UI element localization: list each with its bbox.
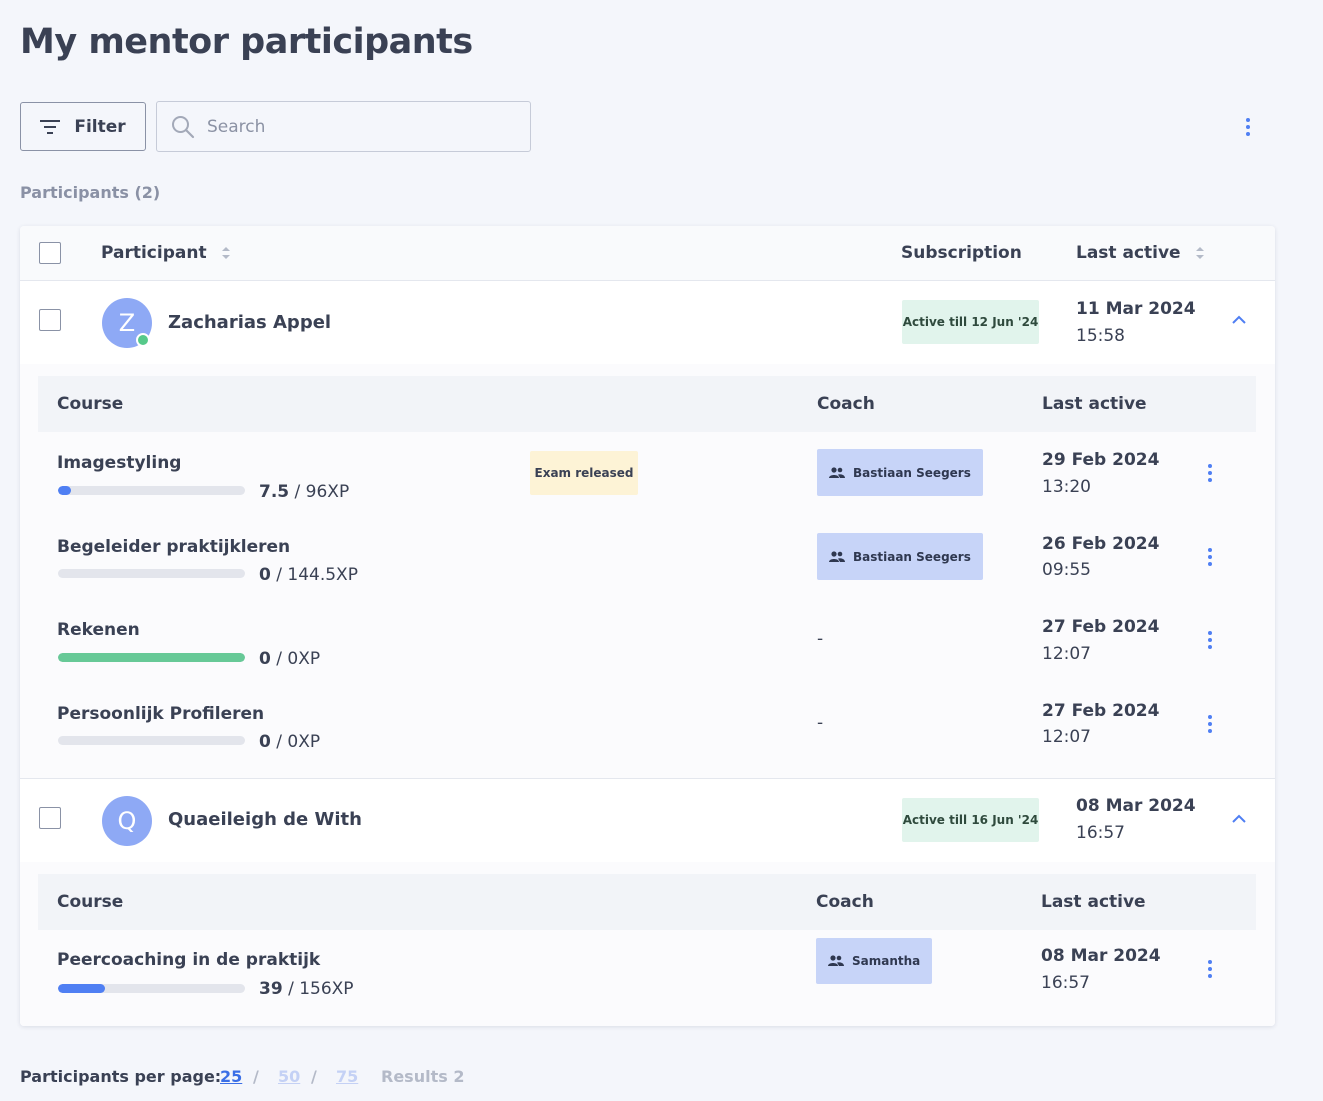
coach-badge: Bastiaan Seegers bbox=[817, 449, 983, 496]
course-name: Begeleider praktijkleren bbox=[57, 537, 291, 557]
course-last-active-date: 26 Feb 2024 bbox=[1042, 534, 1160, 554]
row-checkbox[interactable] bbox=[39, 309, 61, 331]
subscription-badge: Active till 16 Jun '24 bbox=[902, 798, 1039, 842]
course-table-header: Course Coach Last active bbox=[38, 376, 1256, 432]
course-panel: Course Coach Last active Imagestyling 7.… bbox=[20, 364, 1275, 778]
course-last-active-header: Last active bbox=[1041, 892, 1146, 912]
participant-column-header[interactable]: Participant bbox=[101, 243, 231, 263]
course-last-active-date: 27 Feb 2024 bbox=[1042, 701, 1160, 721]
xp-value: 0 / 0XP bbox=[259, 732, 321, 752]
course-last-active-time: 13:20 bbox=[1042, 477, 1091, 497]
progress-bar bbox=[58, 653, 245, 662]
per-page-label: Participants per page: bbox=[20, 1067, 222, 1086]
last-active-time: 15:58 bbox=[1076, 326, 1125, 346]
search-input[interactable] bbox=[207, 116, 507, 137]
select-all-checkbox[interactable] bbox=[39, 242, 61, 264]
last-active-date: 11 Mar 2024 bbox=[1076, 299, 1196, 319]
last-active-column-header[interactable]: Last active bbox=[1076, 243, 1205, 263]
coach-empty: - bbox=[817, 629, 824, 649]
course-last-active-time: 16:57 bbox=[1041, 973, 1090, 993]
subscription-badge: Active till 12 Jun '24 bbox=[902, 300, 1039, 344]
coach-badge: Samantha bbox=[816, 938, 933, 984]
per-page-separator: / bbox=[253, 1067, 259, 1086]
per-page-separator: / bbox=[311, 1067, 317, 1086]
row-checkbox[interactable] bbox=[39, 807, 61, 829]
search-box bbox=[156, 101, 531, 152]
course-table-header: Course Coach Last active bbox=[38, 874, 1256, 930]
more-options-icon[interactable] bbox=[1238, 114, 1258, 140]
results-count: Results 2 bbox=[381, 1067, 465, 1086]
avatar: Q bbox=[102, 796, 152, 846]
users-icon bbox=[828, 955, 844, 966]
course-last-active-time: 09:55 bbox=[1042, 560, 1091, 580]
table-header: Participant Subscription Last active bbox=[20, 226, 1275, 281]
last-active-time: 16:57 bbox=[1076, 823, 1125, 843]
users-icon bbox=[829, 466, 845, 478]
course-options-icon[interactable] bbox=[1200, 956, 1220, 982]
per-page-option-25[interactable]: 25 bbox=[220, 1067, 242, 1086]
progress-bar bbox=[58, 569, 245, 578]
course-last-active-time: 12:07 bbox=[1042, 644, 1091, 664]
participants-count: Participants (2) bbox=[20, 183, 161, 202]
per-page-option-50[interactable]: 50 bbox=[278, 1067, 300, 1086]
course-options-icon[interactable] bbox=[1200, 627, 1220, 653]
page-title: My mentor participants bbox=[20, 22, 473, 62]
filter-button-label: Filter bbox=[74, 116, 126, 137]
course-last-active-date: 27 Feb 2024 bbox=[1042, 617, 1160, 637]
course-last-active-date: 08 Mar 2024 bbox=[1041, 946, 1161, 966]
xp-value: 7.5 / 96XP bbox=[259, 482, 350, 502]
subscription-column-header: Subscription bbox=[901, 243, 1022, 263]
last-active-date: 08 Mar 2024 bbox=[1076, 796, 1196, 816]
per-page-option-75[interactable]: 75 bbox=[336, 1067, 358, 1086]
progress-bar bbox=[58, 984, 245, 993]
participant-row[interactable]: Z Zacharias Appel Active till 12 Jun '24… bbox=[20, 282, 1205, 364]
filter-button[interactable]: Filter bbox=[20, 102, 146, 151]
course-name: Persoonlijk Profileren bbox=[57, 704, 265, 724]
course-panel: Course Coach Last active Peercoaching in… bbox=[20, 862, 1275, 1026]
chevron-up-icon[interactable] bbox=[1231, 814, 1247, 824]
course-name: Rekenen bbox=[57, 620, 140, 640]
participants-table: Participant Subscription Last active Z Z… bbox=[20, 226, 1275, 1026]
online-status-dot bbox=[136, 333, 150, 347]
course-options-icon[interactable] bbox=[1200, 460, 1220, 486]
chevron-up-icon[interactable] bbox=[1231, 315, 1247, 325]
coach-badge: Bastiaan Seegers bbox=[817, 533, 983, 580]
progress-bar bbox=[58, 486, 245, 495]
coach-column-header: Coach bbox=[817, 394, 875, 414]
coach-empty: - bbox=[817, 713, 824, 733]
course-last-active-time: 12:07 bbox=[1042, 727, 1091, 747]
sort-icon bbox=[221, 247, 230, 259]
participant-row[interactable]: Q Quaeileigh de With Active till 16 Jun … bbox=[20, 779, 1205, 861]
course-options-icon[interactable] bbox=[1200, 711, 1220, 737]
participant-name: Zacharias Appel bbox=[168, 312, 332, 333]
coach-column-header: Coach bbox=[816, 892, 874, 912]
users-icon bbox=[829, 550, 845, 562]
search-icon bbox=[172, 115, 195, 138]
participant-name: Quaeileigh de With bbox=[168, 809, 362, 830]
course-name: Peercoaching in de praktijk bbox=[57, 950, 321, 970]
filter-icon bbox=[40, 119, 61, 134]
sort-icon bbox=[1195, 247, 1204, 259]
xp-value: 39 / 156XP bbox=[259, 979, 354, 999]
course-options-icon[interactable] bbox=[1200, 544, 1220, 570]
progress-bar bbox=[58, 736, 245, 745]
course-name: Imagestyling bbox=[57, 453, 182, 473]
exam-status-badge: Exam released bbox=[530, 451, 638, 495]
xp-value: 0 / 144.5XP bbox=[259, 565, 358, 585]
xp-value: 0 / 0XP bbox=[259, 649, 321, 669]
course-column-header: Course bbox=[57, 892, 124, 912]
course-last-active-header: Last active bbox=[1042, 394, 1147, 414]
course-last-active-date: 29 Feb 2024 bbox=[1042, 450, 1160, 470]
course-column-header: Course bbox=[57, 394, 124, 414]
